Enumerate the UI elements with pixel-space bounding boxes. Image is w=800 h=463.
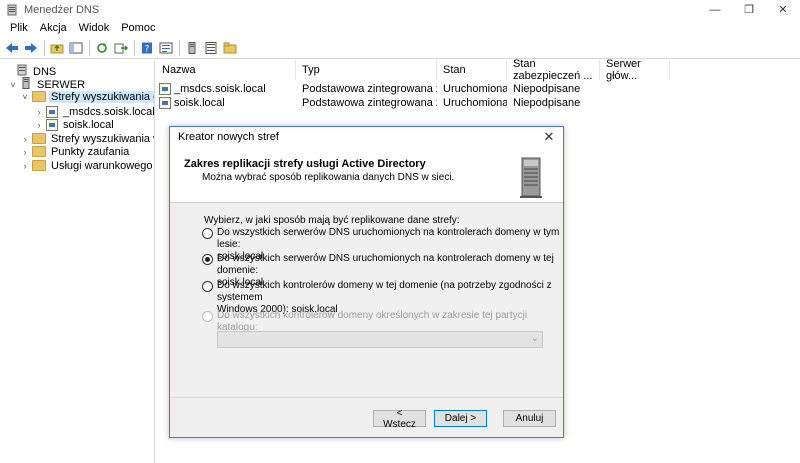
cell-type: Podstawowa zintegrowana z u... [302, 96, 437, 109]
cell-status: Uruchomiona [443, 82, 507, 95]
cell-security: Niepodpisane [513, 82, 581, 95]
wizard-header: Zakres replikacji strefy usługi Active D… [170, 147, 563, 203]
replication-prompt: Wybierz, w jaki sposób mają być replikow… [204, 215, 460, 226]
menu-akcja[interactable]: Akcja [34, 22, 73, 34]
chevron-right-icon[interactable]: › [20, 161, 30, 171]
column-header-name[interactable]: Nazwa [156, 60, 296, 80]
menu-plik[interactable]: Plik [4, 22, 34, 34]
cell-master [600, 81, 670, 96]
list-row[interactable]: soisk.local Podstawowa zintegrowana z u.… [156, 95, 800, 110]
export-icon[interactable] [112, 39, 130, 57]
tree-item-label: _msdcs.soisk.local [63, 105, 155, 118]
zone-icon [159, 96, 171, 109]
title-bar: Menedżer DNS — ❐ ✕ [0, 0, 800, 19]
chevron-right-icon[interactable]: › [34, 107, 44, 117]
zone-name: soisk.local [174, 96, 225, 109]
chevron-right-icon[interactable]: › [20, 147, 30, 157]
dialog-title-bar: Kreator nowych stref ✕ [170, 127, 563, 147]
tree-item-forward-zones[interactable]: ˅ Strefy wyszukiwania do p [20, 89, 154, 104]
next-button[interactable]: Dalej > [434, 410, 487, 427]
back-icon[interactable] [3, 39, 21, 57]
chevron-down-icon[interactable]: ˅ [20, 92, 30, 102]
tree-item-soisk[interactable]: › soisk.local [34, 117, 116, 132]
folder-icon [32, 91, 46, 102]
new-zone-wizard-dialog: Kreator nowych stref ✕ Zakres replikacji… [169, 126, 564, 438]
server-icon[interactable] [183, 39, 201, 57]
console-tree: DNS ˅ SERWER ˅ Strefy wyszukiwania do p … [0, 60, 155, 463]
folder-icon [32, 146, 46, 157]
svg-text:?: ? [145, 44, 150, 54]
window-title: Menedżer DNS [24, 3, 100, 16]
chevron-right-icon[interactable]: › [34, 120, 44, 130]
column-header-status[interactable]: Stan [437, 60, 507, 80]
close-window-button[interactable]: ✕ [766, 0, 800, 19]
up-folder-icon[interactable] [48, 39, 66, 57]
option-line: Do wszystkich serwerów DNS uruchomionych… [217, 253, 554, 276]
folder-icon[interactable] [221, 39, 239, 57]
zone-icon [46, 105, 58, 118]
dialog-separator [170, 397, 563, 398]
toolbar: ? [0, 37, 800, 59]
radio-domain[interactable] [202, 254, 213, 265]
chevron-right-icon[interactable]: › [20, 134, 30, 144]
folder-icon [32, 160, 46, 171]
radio-forest[interactable] [202, 228, 213, 239]
wizard-heading: Zakres replikacji strefy usługi Active D… [184, 158, 426, 170]
minimize-button[interactable]: — [698, 0, 732, 19]
tree-item-label: Strefy wyszukiwania do p [49, 90, 154, 103]
tree-item-trust-points[interactable]: › Punkty zaufania [20, 144, 131, 159]
tree-item-conditional-forwarders[interactable]: › Usługi warunkowego prz [20, 158, 155, 173]
help-icon[interactable]: ? [138, 39, 156, 57]
list-row[interactable]: _msdcs.soisk.local Podstawowa zintegrowa… [156, 81, 800, 96]
server-tower-icon [518, 157, 544, 199]
option-line: Do wszystkich serwerów DNS uruchomionych… [217, 227, 560, 250]
zone-name: _msdcs.soisk.local [174, 82, 266, 95]
cell-security: Niepodpisane [513, 96, 581, 109]
column-header-master-server[interactable]: Serwer głów... [600, 58, 670, 82]
tree-item-label: Punkty zaufania [51, 145, 130, 158]
refresh-icon[interactable] [93, 39, 111, 57]
zone-icon [46, 118, 58, 131]
properties-icon[interactable] [157, 39, 175, 57]
menu-pomoc[interactable]: Pomoc [115, 22, 161, 34]
menu-bar: Plik Akcja Widok Pomoc [0, 19, 800, 37]
chevron-down-icon: ⌄ [530, 333, 539, 344]
menu-widok[interactable]: Widok [73, 22, 116, 34]
chevron-down-icon[interactable]: ˅ [8, 80, 18, 90]
dialog-title: Kreator nowych stref [178, 131, 279, 143]
tree-item-label: DNS [33, 65, 57, 78]
dns-app-icon [6, 4, 18, 16]
show-hide-tree-icon[interactable] [67, 39, 85, 57]
list-header: Nazwa Typ Stan Stan zabezpieczeń ... Ser… [156, 58, 800, 82]
cell-type: Podstawowa zintegrowana z u... [302, 82, 437, 95]
forward-icon[interactable] [22, 39, 40, 57]
toolbar-separator [179, 39, 180, 56]
cell-name: _msdcs.soisk.local [156, 81, 296, 96]
list-icon[interactable] [202, 39, 220, 57]
folder-icon [32, 133, 46, 144]
tree-item-label: Usługi warunkowego prz [51, 159, 154, 172]
back-button[interactable]: < Wstecz [373, 408, 426, 430]
column-header-security[interactable]: Stan zabezpieczeń ... [507, 58, 600, 82]
toolbar-separator [89, 39, 90, 56]
zone-icon [159, 82, 171, 95]
cell-name: soisk.local [156, 95, 296, 110]
partition-combobox: ⌄ [217, 331, 543, 348]
restore-button[interactable]: ❐ [732, 0, 766, 19]
cancel-button[interactable]: Anuluj [503, 410, 556, 427]
tree-item-label: Strefy wyszukiwania wste [51, 132, 154, 145]
cell-master [600, 95, 670, 110]
wizard-subheading: Można wybrać sposób replikowania danych … [202, 172, 455, 183]
column-header-type[interactable]: Typ [296, 60, 437, 80]
toolbar-separator [44, 39, 45, 56]
radio-domain-w2k[interactable] [202, 281, 213, 292]
close-icon[interactable]: ✕ [541, 129, 557, 145]
tree-item-label: soisk.local [63, 118, 114, 131]
option-line: Do wszystkich kontrolerów domeny w tej d… [217, 280, 552, 303]
cell-status: Uruchomiona [443, 96, 507, 109]
radio-partition [202, 311, 213, 322]
toolbar-separator [134, 39, 135, 56]
